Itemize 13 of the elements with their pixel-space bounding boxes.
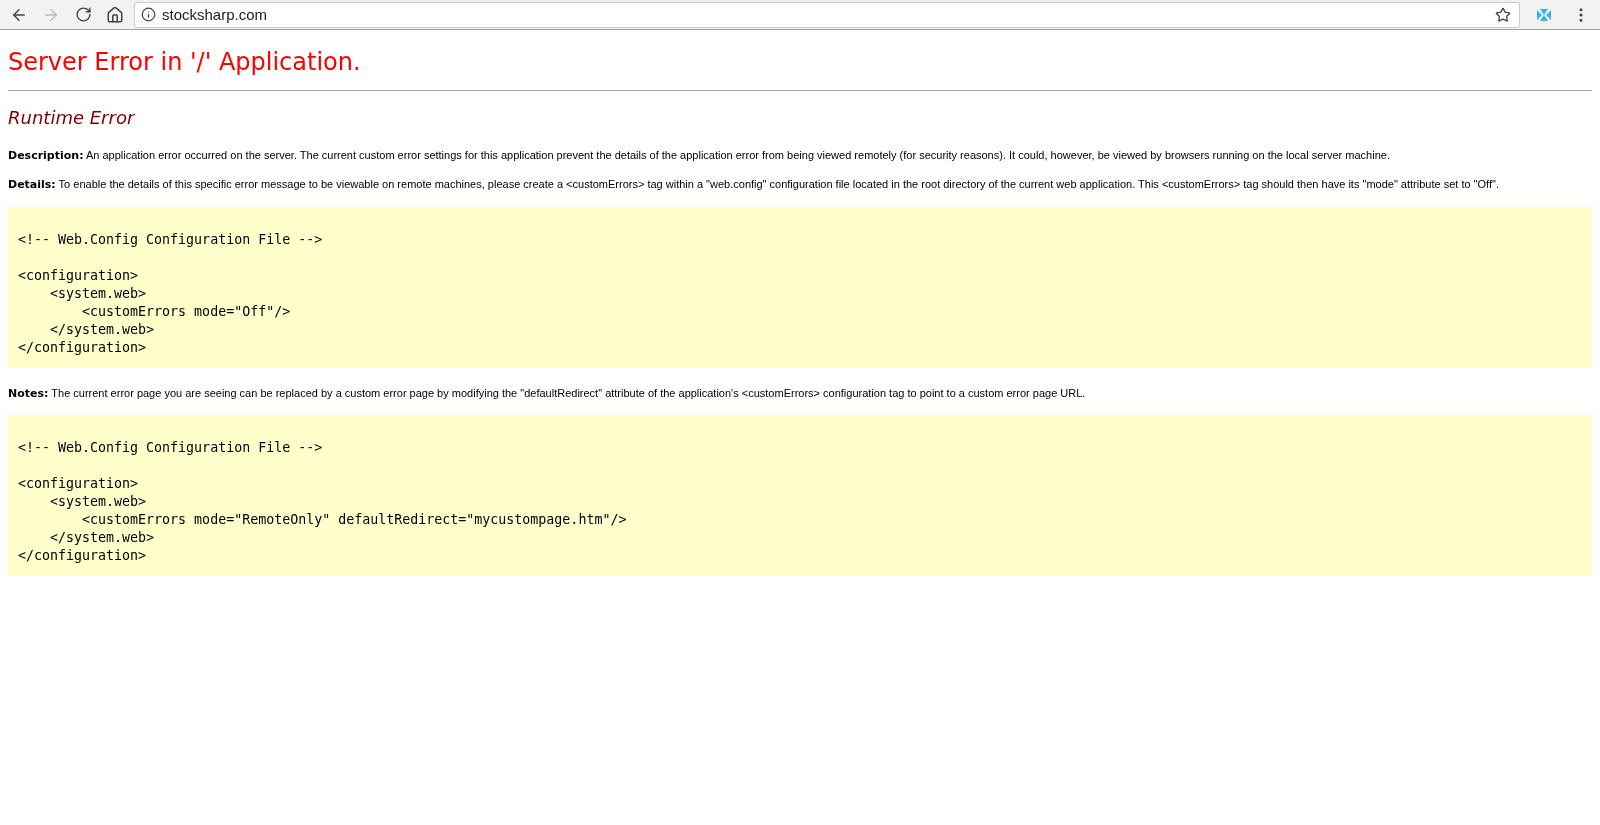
error-title: Server Error in '/' Application.: [8, 48, 1592, 91]
code-block: <!-- Web.Config Configuration File --> <configuration> <system.web> <customErrors mode="RemoteOnly" defaultRedirect="mycustompage.htm"/> </system.web> </configuration>: [8, 414, 1592, 576]
bookmark-star-icon[interactable]: [1495, 6, 1511, 23]
address-bar[interactable]: stocksharp.com: [134, 1, 1520, 28]
error-paragraph: Description: An application error occurred on the server. The current custom error settings for this application prevent the details of the application error from being viewed remotely (for security reasons). It could, however, be viewed by browsers running on the local server machine.: [8, 148, 1391, 164]
code-block: <!-- Web.Config Configuration File --> <configuration> <system.web> <customErrors mode="Off"/> </system.web> </configuration>: [8, 206, 1592, 368]
error-paragraph: Notes: The current error page you are seeing can be replaced by a custom error page by modifying the "defaultRedirect" attribute of the application's <customErrors> configuration tag to point to a custom error page URL.: [8, 385, 1087, 401]
reload-icon[interactable]: [74, 6, 92, 23]
home-icon[interactable]: [106, 5, 124, 24]
error-paragraph: Details: To enable the details of this specific error message to be viewable on remote machines, please create a <customErrors> tag within a "web.config" configuration file located in the root directory of the current web application. This <customErrors> tag should then have its "mode" attribute set to "Off".: [8, 177, 1500, 193]
error-subtitle: Runtime Error: [8, 107, 137, 128]
url-text: stocksharp.com: [162, 6, 268, 23]
info-icon: [141, 7, 156, 22]
